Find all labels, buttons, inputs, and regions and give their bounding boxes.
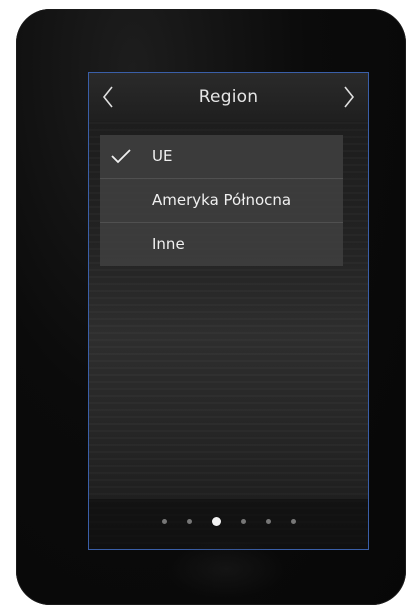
region-option-ue[interactable]: UE [100, 135, 343, 179]
page-title: Region [198, 87, 259, 107]
checkmark-icon [111, 149, 131, 164]
touch-screen: Region UE Ameryka Północna Inne [88, 72, 369, 550]
page-dot[interactable] [186, 519, 192, 524]
region-list: UE Ameryka Północna Inne [100, 135, 343, 266]
chevron-left-icon [102, 86, 113, 108]
page-dot-active[interactable] [211, 517, 221, 526]
pagination-bar [89, 499, 368, 549]
page-dot[interactable] [240, 519, 246, 524]
page-dot[interactable] [161, 519, 167, 524]
page-dot[interactable] [265, 519, 271, 524]
next-page-button[interactable] [336, 81, 362, 113]
region-option-label: UE [152, 147, 173, 165]
device-frame: Region UE Ameryka Północna Inne [16, 9, 406, 605]
region-option-north-america[interactable]: Ameryka Północna [100, 179, 343, 223]
region-option-label: Ameryka Północna [152, 191, 292, 209]
page-dot[interactable] [290, 519, 296, 524]
previous-page-button[interactable] [95, 81, 121, 113]
region-option-other[interactable]: Inne [100, 223, 343, 266]
region-option-label: Inne [152, 235, 185, 253]
chevron-right-icon [344, 86, 355, 108]
page-indicator [89, 517, 368, 526]
header-bar: Region [89, 73, 368, 121]
